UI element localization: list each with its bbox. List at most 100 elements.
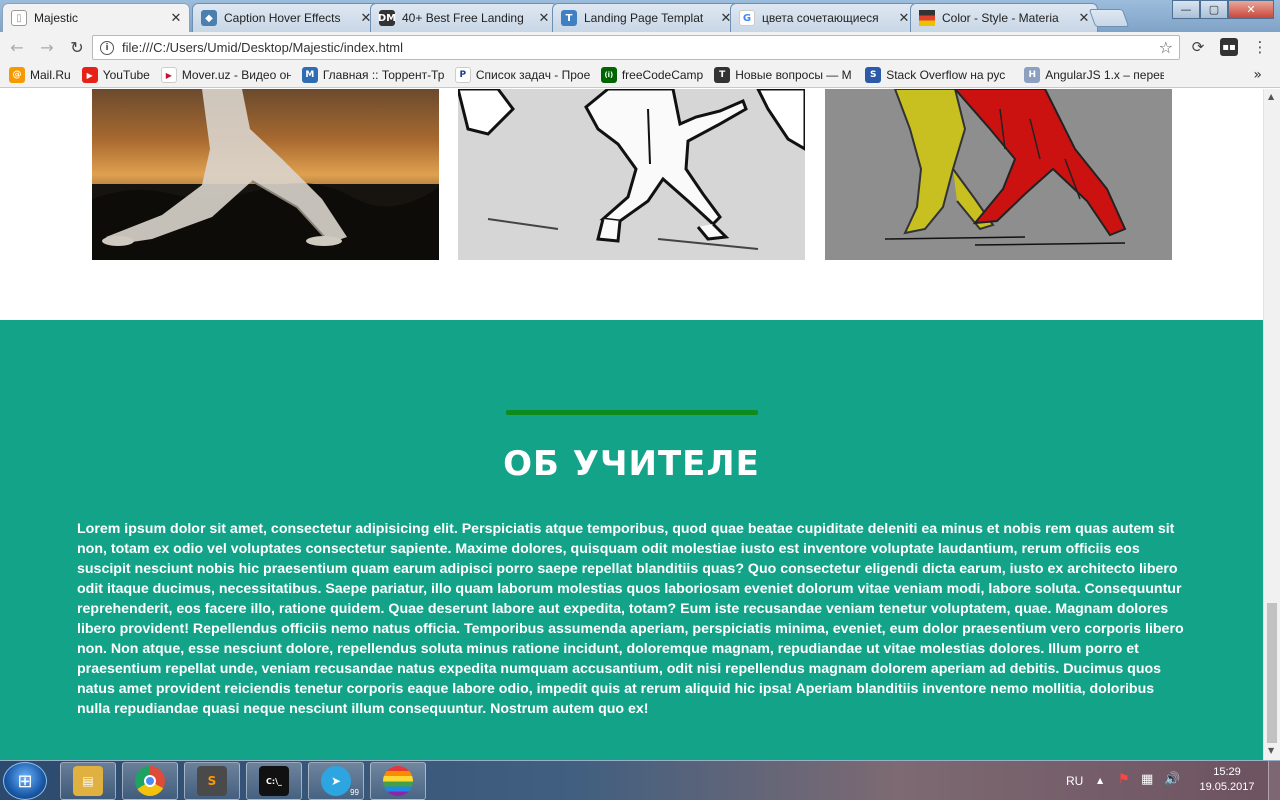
document-icon: ▯ — [11, 10, 27, 26]
section-title: ОБ УЧИТЕЛЕ — [503, 444, 760, 484]
window-controls: — ▢ ✕ — [1172, 0, 1274, 19]
sync-extension-icon[interactable]: ⟳ — [1188, 37, 1208, 57]
tab-title: Majestic — [34, 11, 79, 25]
bookmark-label: Главная :: Торрент-Тр — [322, 68, 444, 82]
bookmark-torrent[interactable]: M Главная :: Торрент-Тр — [301, 67, 444, 83]
drop-icon: ◆ — [201, 10, 217, 26]
tab-google-search[interactable]: G цвета сочетающиеся ✕ — [730, 3, 918, 32]
bookmarks-overflow-button[interactable]: » — [1253, 67, 1262, 83]
bookmark-projects[interactable]: P Список задач - Прое — [454, 67, 590, 83]
clock-date: 19.05.2017 — [1199, 781, 1255, 793]
tab-strip: ▯ Majestic ✕ ◆ Caption Hover Effects ✕ D… — [0, 0, 1280, 32]
address-bar[interactable]: i file:///C:/Users/Umid/Desktop/Majestic… — [92, 35, 1180, 60]
tab-caption-hover[interactable]: ◆ Caption Hover Effects ✕ — [192, 3, 380, 32]
tab-close-icon[interactable]: ✕ — [169, 11, 183, 26]
projects-icon: P — [454, 67, 471, 83]
taskbar-chrome[interactable] — [122, 762, 178, 800]
tab-close-icon[interactable]: ✕ — [1077, 11, 1091, 26]
bookmark-label: Mail.Ru — [30, 68, 71, 82]
system-clock[interactable]: 15:29 19.05.2017 — [1196, 765, 1258, 795]
bookmark-label: freeCodeCamp — [621, 68, 704, 82]
maximize-button[interactable]: ▢ — [1200, 0, 1228, 19]
info-icon[interactable]: i — [100, 40, 114, 55]
new-tab-button[interactable] — [1088, 9, 1130, 27]
page-viewport: ОБ УЧИТЕЛЕ Lorem ipsum dolor sit amet, c… — [0, 89, 1263, 760]
tab-title: Color - Style - Materia — [942, 11, 1059, 25]
gallery-section — [0, 89, 1263, 320]
freecodecamp-icon: (i) — [600, 67, 617, 83]
close-window-button[interactable]: ✕ — [1228, 0, 1274, 19]
tai-chi-sunset-photo — [92, 89, 439, 260]
forward-button[interactable]: → — [34, 35, 60, 61]
bookmark-label: Stack Overflow на рус — [886, 68, 1006, 82]
extension-icon[interactable]: ▪▪ — [1220, 38, 1238, 56]
mover-icon: ▶ — [160, 67, 177, 83]
about-teacher-section: ОБ УЧИТЕЛЕ Lorem ipsum dolor sit amet, c… — [0, 320, 1263, 760]
show-hidden-icons-icon[interactable]: ▲ — [1097, 776, 1103, 785]
sublime-text-icon: S — [197, 766, 227, 796]
tab-title: 40+ Best Free Landing — [402, 11, 524, 25]
start-button[interactable]: ⊞ — [3, 762, 47, 800]
tab-landing-template[interactable]: T Landing Page Templat ✕ — [552, 3, 740, 32]
scrollbar-thumb[interactable] — [1267, 603, 1277, 743]
taskbar-explorer[interactable]: ▤ — [60, 762, 116, 800]
bookmark-freecodecamp[interactable]: (i) freeCodeCamp — [600, 67, 704, 83]
tab-material-color[interactable]: Color - Style - Materia ✕ — [910, 3, 1098, 32]
taskbar-cmd[interactable]: C:\_ — [246, 762, 302, 800]
angular-h-icon: H — [1024, 67, 1041, 83]
bookmark-mover[interactable]: ▶ Mover.uz - Видео онл — [160, 67, 291, 83]
command-prompt-icon: C:\_ — [259, 766, 289, 796]
bookmark-angularjs[interactable]: H AngularJS 1.x – перев — [1024, 67, 1164, 83]
telegram-icon: ➤ — [321, 766, 351, 796]
tai-chi-duo-illustration — [825, 89, 1172, 260]
bookmark-label: Список задач - Прое — [475, 68, 590, 82]
telegram-badge: 99 — [350, 788, 359, 797]
tab-landing-pages[interactable]: DM 40+ Best Free Landing ✕ — [370, 3, 558, 32]
language-indicator[interactable]: RU — [1066, 761, 1083, 801]
clock-time: 15:29 — [1213, 766, 1241, 778]
chrome-menu-icon[interactable]: ⋮ — [1250, 37, 1270, 57]
bookmark-toster[interactable]: T Новые вопросы — M — [714, 67, 854, 83]
explorer-icon: ▤ — [73, 766, 103, 796]
bookmarks-bar: @ Mail.Ru ▶ YouTube ▶ Mover.uz - Видео о… — [0, 63, 1280, 88]
page-scrollbar[interactable]: ▲ ▼ — [1263, 89, 1280, 760]
scroll-down-icon[interactable]: ▼ — [1268, 746, 1274, 755]
show-desktop-button[interactable] — [1268, 761, 1280, 801]
action-center-flag-icon[interactable]: ⚑ — [1118, 772, 1130, 787]
url-text[interactable]: file:///C:/Users/Umid/Desktop/Majestic/i… — [122, 40, 1159, 55]
stackoverflow-icon: S — [865, 67, 882, 83]
bookmark-label: Mover.uz - Видео онл — [181, 68, 291, 82]
material-flag-icon — [919, 10, 935, 26]
bookmark-star-icon[interactable]: ☆ — [1159, 38, 1173, 57]
bookmark-label: YouTube — [102, 68, 150, 82]
reload-button[interactable]: ↻ — [64, 35, 90, 61]
back-button[interactable]: ← — [4, 35, 30, 61]
chrome-icon — [135, 766, 165, 796]
tab-title: Caption Hover Effects — [224, 11, 341, 25]
tab-title: Landing Page Templat — [584, 11, 704, 25]
taskbar-app[interactable] — [370, 762, 426, 800]
toster-icon: T — [714, 67, 731, 83]
kung-fu-sketch-image — [458, 89, 805, 260]
taskbar-sublime[interactable]: S — [184, 762, 240, 800]
bookmark-youtube[interactable]: ▶ YouTube — [81, 67, 150, 83]
network-icon[interactable]: ▦ — [1141, 772, 1153, 787]
bookmark-mailru[interactable]: @ Mail.Ru — [9, 67, 71, 83]
minimize-button[interactable]: — — [1172, 0, 1200, 19]
windows-taskbar: ⊞ ▤ S C:\_ ➤ 99 RU ▲ ⚑ ▦ 🔊 15:29 19.05.2… — [0, 760, 1280, 801]
taskbar-telegram[interactable]: ➤ 99 — [308, 762, 364, 800]
mailru-icon: @ — [9, 67, 25, 83]
bookmark-label: Новые вопросы — M — [735, 68, 852, 82]
scroll-up-icon[interactable]: ▲ — [1268, 92, 1274, 101]
lgbt-app-icon — [383, 766, 413, 796]
tab-majestic[interactable]: ▯ Majestic ✕ — [2, 3, 190, 32]
google-icon: G — [739, 10, 755, 26]
tab-close-icon[interactable]: ✕ — [537, 11, 551, 26]
browser-toolbar: ← → ↻ i file:///C:/Users/Umid/Desktop/Ma… — [0, 32, 1280, 63]
volume-icon[interactable]: 🔊 — [1164, 772, 1180, 787]
bookmark-stackoverflow[interactable]: S Stack Overflow на рус — [865, 67, 1013, 83]
tab-close-icon[interactable]: ✕ — [897, 11, 911, 26]
section-accent-rule — [506, 410, 758, 415]
youtube-icon: ▶ — [81, 67, 98, 83]
bookmark-label: AngularJS 1.x – перев — [1045, 68, 1165, 82]
